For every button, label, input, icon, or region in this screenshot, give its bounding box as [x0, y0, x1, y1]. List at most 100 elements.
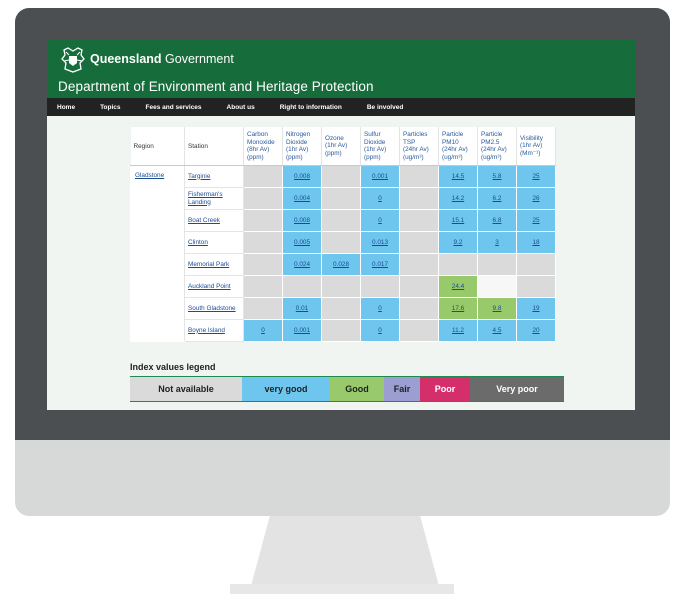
reading-value-link[interactable]: 9.2: [454, 239, 463, 246]
column-header-param: Particle PM10 (24hr Av) (ug/m³): [438, 127, 478, 166]
reading-value-link[interactable]: 0.005: [294, 239, 310, 246]
reading-value-link[interactable]: 0.008: [294, 217, 310, 224]
station-link[interactable]: Memorial Park: [188, 261, 229, 268]
station-link[interactable]: South Gladstone: [188, 305, 236, 312]
station-link[interactable]: Fisherman's Landing: [188, 191, 223, 206]
reading-value-link[interactable]: 0: [378, 217, 382, 224]
reading-cell: 0.008: [282, 165, 322, 188]
column-header-line: (1hr Av): [286, 146, 309, 153]
column-header-line: (24hr Av): [442, 146, 468, 153]
reading-cell: [399, 231, 439, 254]
reading-value-link[interactable]: 17.6: [452, 305, 464, 312]
region-cell: Gladstone: [130, 165, 185, 342]
reading-value-link[interactable]: 24.4: [452, 283, 464, 290]
reading-value-link[interactable]: 14.5: [452, 173, 464, 180]
screen: Queensland Government Department of Envi…: [47, 40, 635, 410]
station-link[interactable]: Auckland Point: [188, 283, 231, 290]
table-row: Boyne Island 0 0.001 0 11.2 4.5 20: [131, 319, 556, 342]
reading-cell: [399, 165, 439, 188]
legend-title: Index values legend: [130, 362, 216, 372]
reading-value-link[interactable]: 6.8: [493, 217, 502, 224]
nav-home[interactable]: Home: [57, 104, 75, 111]
top-nav: Home Topics Fees and services About us R…: [47, 98, 635, 116]
reading-cell: 3: [477, 231, 517, 254]
reading-value-link[interactable]: 11.2: [452, 327, 464, 334]
reading-value-link[interactable]: 0.001: [372, 173, 388, 180]
reading-value-link[interactable]: 5.8: [493, 173, 502, 180]
nav-topics[interactable]: Topics: [100, 104, 120, 111]
brand-bold: Queensland: [90, 52, 162, 66]
column-header-param: Particles TSP (24hr Av) (ug/m³): [399, 127, 439, 166]
station-link[interactable]: Boyne Island: [188, 327, 225, 334]
region-link[interactable]: Gladstone: [135, 172, 164, 179]
reading-value-link[interactable]: 14.2: [452, 195, 464, 202]
reading-value-link[interactable]: 18: [532, 239, 539, 246]
station-link[interactable]: Targinie: [188, 173, 210, 180]
reading-cell: 9.2: [438, 231, 478, 254]
reading-value-link[interactable]: 0.024: [294, 261, 310, 268]
air-quality-table: Region Station Carbon Monoxide (8hr Av) (pp…: [130, 127, 556, 342]
reading-value-link[interactable]: 15.1: [452, 217, 464, 224]
reading-value-link[interactable]: 0.001: [294, 327, 310, 334]
reading-value-link[interactable]: 0: [261, 327, 265, 334]
column-header-station: Station: [184, 127, 244, 166]
station-link[interactable]: Boat Creek: [188, 217, 220, 224]
reading-cell: [321, 319, 361, 342]
reading-cell: 0.017: [360, 253, 400, 276]
column-header-line: (1hr Av): [325, 142, 348, 150]
reading-value-link[interactable]: 0.004: [294, 195, 310, 202]
column-header-param: Visibility (1hr Av) (Mm⁻¹): [516, 127, 556, 166]
queensland-crest-logo[interactable]: [60, 47, 86, 73]
index-legend: Not available very good Good Fair Poor V…: [130, 376, 564, 402]
table-row: Boat Creek 0.008 0 15.1 6.8 25: [131, 209, 556, 232]
reading-cell: 20: [516, 319, 556, 342]
reading-cell: [321, 187, 361, 210]
reading-value-link[interactable]: 6.2: [493, 195, 502, 202]
reading-value-link[interactable]: 0: [378, 327, 382, 334]
reading-value-link[interactable]: 0.01: [296, 305, 308, 312]
nav-right-to-information[interactable]: Right to information: [280, 104, 342, 111]
reading-cell: [282, 275, 322, 298]
reading-cell: 0: [360, 209, 400, 232]
reading-value-link[interactable]: 19: [532, 305, 539, 312]
reading-cell: [243, 275, 283, 298]
reading-cell: 11.2: [438, 319, 478, 342]
legend-very-good: very good: [242, 377, 330, 401]
monitor-base: [230, 584, 454, 594]
reading-value-link[interactable]: 0: [378, 195, 382, 202]
reading-cell: 0.01: [282, 297, 322, 320]
reading-value-link[interactable]: 3: [495, 239, 499, 246]
reading-cell: [360, 275, 400, 298]
reading-value-link[interactable]: 26: [532, 195, 539, 202]
reading-cell: 0.005: [282, 231, 322, 254]
column-header-line: (1hr Av): [520, 142, 543, 150]
government-name[interactable]: Queensland Government: [90, 52, 234, 66]
legend-very-poor: Very poor: [470, 377, 564, 401]
reading-value-link[interactable]: 9.8: [493, 305, 502, 312]
nav-about-us[interactable]: About us: [227, 104, 255, 111]
column-header-line: (1hr Av): [364, 146, 387, 153]
reading-value-link[interactable]: 0.013: [372, 239, 388, 246]
reading-cell: [321, 297, 361, 320]
reading-cell: [399, 209, 439, 232]
station-cell: Auckland Point: [184, 275, 244, 298]
reading-value-link[interactable]: 25: [532, 173, 539, 180]
reading-cell: [321, 275, 361, 298]
reading-cell: [243, 253, 283, 276]
station-link[interactable]: Clinton: [188, 239, 208, 246]
reading-cell: [399, 297, 439, 320]
reading-value-link[interactable]: 0: [378, 305, 382, 312]
reading-value-link[interactable]: 25: [532, 217, 539, 224]
reading-value-link[interactable]: 0.028: [333, 261, 349, 268]
reading-value-link[interactable]: 20: [532, 327, 539, 334]
reading-cell: 26: [516, 187, 556, 210]
table-row: Fisherman's Landing 0.004 0 14.2 6.2 26: [131, 187, 556, 210]
nav-fees-and-services[interactable]: Fees and services: [146, 104, 202, 111]
station-cell: South Gladstone: [184, 297, 244, 320]
reading-cell: 0.028: [321, 253, 361, 276]
reading-value-link[interactable]: 4.5: [493, 327, 502, 334]
reading-value-link[interactable]: 0.017: [372, 261, 388, 268]
reading-value-link[interactable]: 0.008: [294, 173, 310, 180]
nav-be-involved[interactable]: Be involved: [367, 104, 403, 111]
department-title: Department of Environment and Heritage P…: [58, 79, 374, 94]
